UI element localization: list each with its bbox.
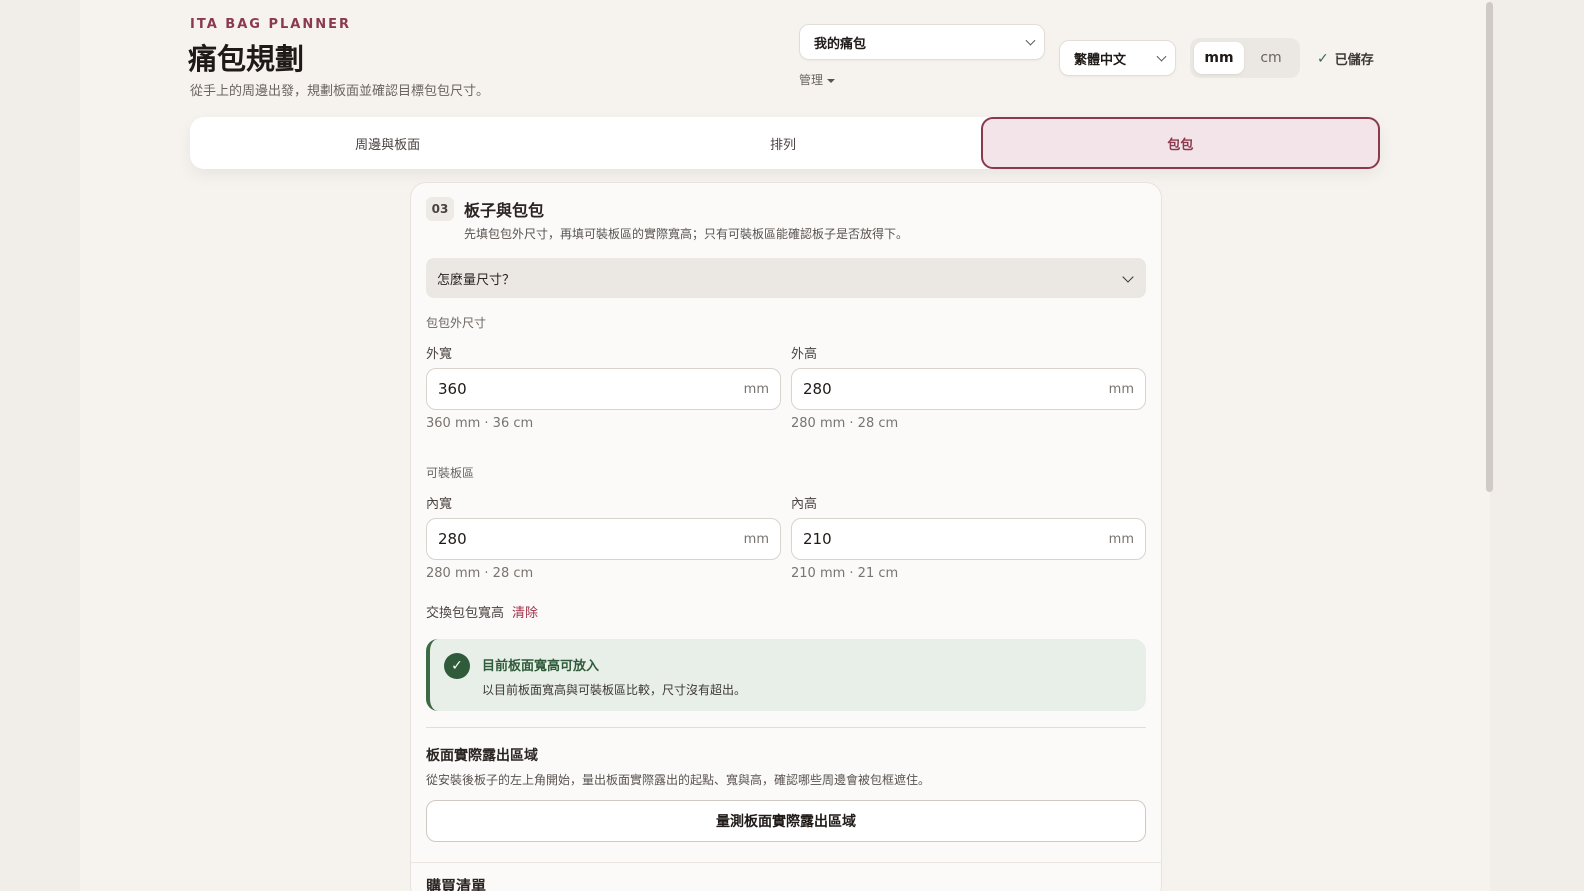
unit-toggle: mm cm: [1190, 38, 1300, 78]
language-select-value: 繁體中文: [1074, 52, 1127, 68]
scrollbar-thumb[interactable]: [1486, 2, 1493, 492]
next-section-title: 購買清單: [426, 877, 487, 891]
language-select[interactable]: 繁體中文: [1059, 40, 1176, 76]
swap-dimensions-link[interactable]: 交換包包寬高: [426, 602, 504, 621]
unit-suffix: mm: [743, 531, 769, 547]
caret-down-icon: [827, 78, 836, 83]
unit-cm-button[interactable]: cm: [1246, 42, 1296, 74]
tab-arrangement[interactable]: 排列: [585, 117, 980, 169]
inner-height-input[interactable]: [803, 530, 1083, 548]
swap-row: 交換包包寬高 清除: [426, 602, 538, 621]
inner-height-field[interactable]: mm: [791, 518, 1146, 560]
brand-label: ITA BAG PLANNER: [190, 17, 351, 32]
card-title: 板子與包包: [464, 201, 545, 220]
outer-height-label: 外高: [791, 347, 818, 362]
page-title: 痛包規劃: [188, 42, 305, 76]
inner-width-hint: 280 mm · 28 cm: [426, 566, 534, 581]
measure-exposed-area-button[interactable]: 量測板面實際露出區域: [426, 800, 1146, 842]
unit-mm-button[interactable]: mm: [1194, 42, 1244, 74]
exposed-area-title: 板面實際露出區域: [426, 748, 538, 764]
outer-height-field[interactable]: mm: [791, 368, 1146, 410]
card-description: 先填包包外尺寸，再填可裝板區的實際寬高；只有可裝板區能確認板子是否放得下。: [464, 227, 909, 241]
check-icon: ✓: [1317, 50, 1329, 67]
page-subtitle: 從手上的周邊出發，規劃板面並確認目標包包尺寸。: [190, 84, 490, 99]
measure-help-accordion[interactable]: 怎麼量尺寸？: [426, 258, 1146, 298]
check-circle-icon: ✓: [444, 653, 470, 679]
inner-height-hint: 210 mm · 21 cm: [791, 566, 899, 581]
inner-height-label: 內高: [791, 497, 818, 512]
saved-label: 已儲存: [1334, 53, 1374, 68]
tab-bag[interactable]: 包包: [980, 117, 1380, 169]
manage-menu-button[interactable]: 管理: [799, 71, 836, 88]
unit-suffix: mm: [1108, 531, 1134, 547]
outer-width-field[interactable]: mm: [426, 368, 781, 410]
clear-link[interactable]: 清除: [512, 602, 538, 621]
outer-height-hint: 280 mm · 28 cm: [791, 416, 899, 431]
bag-select[interactable]: 我的痛包: [799, 24, 1045, 60]
inner-width-field[interactable]: mm: [426, 518, 781, 560]
outer-width-input[interactable]: [438, 380, 718, 398]
step-badge: 03: [426, 197, 454, 221]
fit-status-box: ✓ 目前板面寬高可放入 以目前板面寬高與可裝板區比較，尺寸沒有超出。: [426, 639, 1146, 711]
tab-bar: 周邊與板面 排列 包包: [190, 117, 1380, 169]
inner-width-label: 內寬: [426, 497, 453, 512]
manage-label: 管理: [799, 73, 824, 87]
inner-area-section-label: 可裝板區: [426, 466, 475, 480]
divider: [411, 862, 1161, 863]
unit-suffix: mm: [743, 381, 769, 397]
fit-status-description: 以目前板面寬高與可裝板區比較，尺寸沒有超出。: [482, 683, 747, 697]
board-and-bag-card: 03 板子與包包 先填包包外尺寸，再填可裝板區的實際寬高；只有可裝板區能確認板子…: [410, 182, 1162, 891]
unit-suffix: mm: [1108, 381, 1134, 397]
chevron-down-icon: [1156, 51, 1167, 62]
accordion-label: 怎麼量尺寸？: [437, 272, 516, 288]
divider: [426, 727, 1146, 728]
outer-height-input[interactable]: [803, 380, 1083, 398]
chevron-down-icon: [1122, 271, 1134, 283]
outer-size-section-label: 包包外尺寸: [426, 316, 487, 330]
outer-width-label: 外寬: [426, 347, 453, 362]
exposed-area-description: 從安裝後板子的左上角開始，量出板面實際露出的起點、寬與高，確認哪些周邊會被包框遮…: [426, 773, 931, 787]
saved-status: ✓ 已儲存: [1317, 49, 1374, 69]
bag-select-value: 我的痛包: [814, 36, 867, 52]
tab-items-and-board[interactable]: 周邊與板面: [190, 117, 585, 169]
inner-width-input[interactable]: [438, 530, 718, 548]
chevron-down-icon: [1025, 35, 1036, 46]
fit-status-title: 目前板面寬高可放入: [482, 659, 600, 674]
outer-width-hint: 360 mm · 36 cm: [426, 416, 534, 431]
scrollbar[interactable]: [1482, 0, 1496, 891]
